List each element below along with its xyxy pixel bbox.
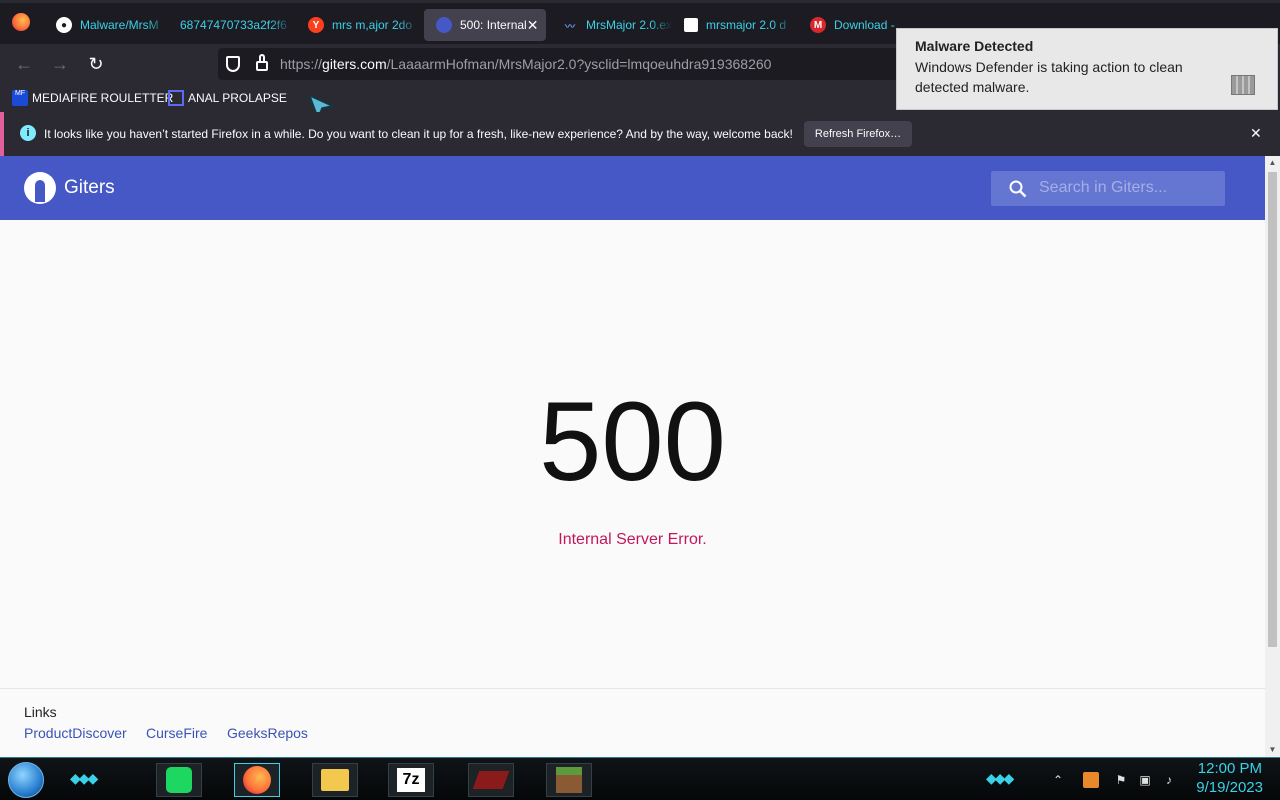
tray-app-icon[interactable] [1083,772,1099,788]
github-icon: ● [56,17,72,33]
close-icon[interactable]: ✕ [1250,125,1262,142]
tab-1[interactable]: ● Malware/MrsM [44,9,168,41]
chart-icon: 〰 [565,21,575,33]
toast-body: Windows Defender is taking action to cle… [915,59,1183,95]
url-bar[interactable]: https://giters.com/LaaaarmHofman/MrsMajo… [218,48,908,80]
tab-3[interactable]: Y mrs m,ajor 2do [296,9,420,41]
refresh-notification-bar: i It looks like you haven’t started Fire… [0,112,1280,156]
taskbar-chevrons-icon: ◆◆◆ [70,770,98,786]
reload-icon[interactable]: ↻ [86,54,106,74]
bookmark-icon [168,90,184,106]
page-content: Giters 500 Internal Server Error. Links … [0,156,1265,757]
toast-title: Malware Detected [915,38,1034,54]
shield-icon[interactable] [226,56,240,72]
firefox-menu-icon[interactable] [12,13,30,31]
clock-date[interactable]: 9/19/2023 [1196,779,1263,796]
error-code: 500 [539,379,726,504]
scroll-thumb[interactable] [1268,172,1277,647]
back-arrow-icon[interactable]: ← [14,54,34,74]
mega-icon: M [810,17,826,33]
clock-time[interactable]: 12:00 PM [1198,760,1262,777]
start-button-icon[interactable] [8,762,44,798]
site-footer: Links ProductDiscover CurseFire GeeksRep… [0,688,1265,757]
footer-link-geeksrepos[interactable]: GeeksRepos [227,725,308,741]
tab-label: 500: Internal [460,18,527,32]
yandex-icon: Y [308,17,324,33]
game-icon[interactable] [468,763,514,797]
giters-logo-icon[interactable] [24,172,56,204]
site-name[interactable]: Giters [64,177,115,199]
search-icon [1009,180,1027,198]
forward-arrow-icon[interactable]: → [50,54,70,74]
minecraft-icon[interactable] [546,763,592,797]
footer-link-cursefire[interactable]: CurseFire [146,725,207,741]
tray-expand-icon[interactable]: ⌃ [1050,772,1066,788]
info-icon: i [20,125,36,141]
network-icon[interactable]: ▣ [1137,772,1153,788]
url-text[interactable]: https://giters.com/LaaaarmHofman/MrsMajo… [280,56,771,72]
tab-6[interactable]: mrsmajor 2.0 d [672,9,794,41]
scroll-down-icon[interactable]: ▼ [1265,743,1280,757]
notification-message: It looks like you haven’t started Firefo… [44,127,793,141]
tab-label: Download - [834,18,895,32]
firefox-icon[interactable] [234,763,280,797]
search-box[interactable] [991,171,1225,206]
tab-active[interactable]: 500: Internal ✕ [424,9,546,41]
search-input[interactable] [1039,179,1209,197]
malware-toast-notification[interactable]: Malware Detected Windows Defender is tak… [896,28,1278,110]
scroll-up-icon[interactable]: ▲ [1265,156,1280,170]
taskbar: ◆◆◆ 7z ◆◆◆ ⌃ ⚑ ▣ ♪ 12:00 PM 9/19/2023 [0,757,1280,800]
tab-2[interactable]: 68747470733a2f2f6 [168,9,292,41]
tab-5[interactable]: 〰 MrsMajor 2.0.ex [550,9,672,41]
file-explorer-icon[interactable] [312,763,358,797]
taskbar-chevrons-right-icon: ◆◆◆ [986,770,1014,786]
bookmark-mediafire[interactable]: MF MEDIAFIRE ROULETTER [12,90,173,106]
site-header: Giters [0,156,1265,220]
page-scrollbar[interactable]: ▲ ▼ [1265,156,1280,757]
footer-link-productdiscover[interactable]: ProductDiscover [24,725,127,741]
7zip-icon[interactable]: 7z [388,763,434,797]
tab-close-icon[interactable]: ✕ [527,17,539,34]
lock-icon[interactable] [256,61,268,71]
flag-icon[interactable]: ⚑ [1113,772,1129,788]
file-icon [684,18,698,32]
lock-shackle [259,54,265,62]
refresh-firefox-button[interactable]: Refresh Firefox… [804,121,912,147]
mediafire-icon: MF [12,90,28,106]
defender-castle-icon [1231,75,1255,95]
bookmark-2[interactable]: ANAL PROLAPSE [168,90,287,106]
giters-icon [436,17,452,33]
volume-icon[interactable]: ♪ [1161,772,1177,788]
spotify-icon[interactable] [156,763,202,797]
footer-heading: Links [24,704,57,720]
error-message: Internal Server Error. [558,531,707,548]
